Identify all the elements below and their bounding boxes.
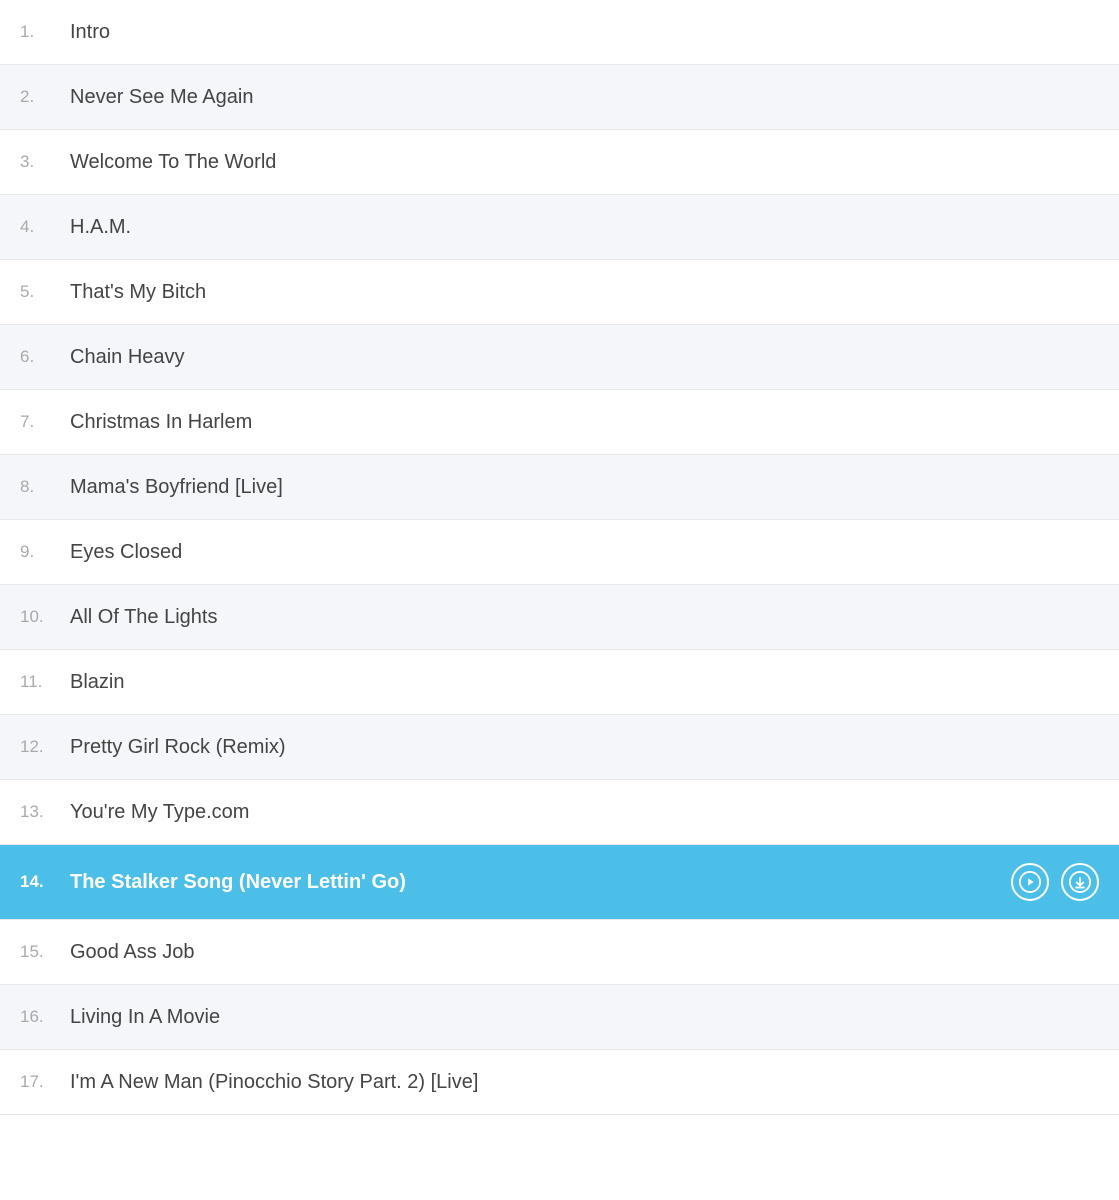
track-row[interactable]: 5.That's My Bitch	[0, 260, 1119, 325]
track-row[interactable]: 10.All Of The Lights	[0, 585, 1119, 650]
track-number: 12.	[20, 737, 70, 757]
download-button[interactable]	[1061, 863, 1099, 901]
track-number: 5.	[20, 282, 70, 302]
track-number: 16.	[20, 1007, 70, 1027]
track-number: 9.	[20, 542, 70, 562]
track-row[interactable]: 8.Mama's Boyfriend [Live]	[0, 455, 1119, 520]
track-title: Welcome To The World	[70, 151, 1099, 174]
track-number: 13.	[20, 802, 70, 822]
track-title: The Stalker Song (Never Lettin' Go)	[70, 871, 1011, 894]
track-title: Living In A Movie	[70, 1006, 1099, 1029]
track-title: Blazin	[70, 671, 1099, 694]
track-title: Eyes Closed	[70, 541, 1099, 564]
track-title: That's My Bitch	[70, 281, 1099, 304]
track-title: Pretty Girl Rock (Remix)	[70, 736, 1099, 759]
track-title: Good Ass Job	[70, 941, 1099, 964]
track-row[interactable]: 11.Blazin	[0, 650, 1119, 715]
track-list: 1.Intro2.Never See Me Again3.Welcome To …	[0, 0, 1119, 1115]
track-actions	[1011, 863, 1099, 901]
track-row[interactable]: 3.Welcome To The World	[0, 130, 1119, 195]
track-number: 3.	[20, 152, 70, 172]
track-row[interactable]: 1.Intro	[0, 0, 1119, 65]
track-number: 7.	[20, 412, 70, 432]
track-title: All Of The Lights	[70, 606, 1099, 629]
track-number: 15.	[20, 942, 70, 962]
track-row[interactable]: 15.Good Ass Job	[0, 920, 1119, 985]
track-row[interactable]: 16.Living In A Movie	[0, 985, 1119, 1050]
track-number: 6.	[20, 347, 70, 367]
track-number: 11.	[20, 672, 70, 692]
track-row[interactable]: 2.Never See Me Again	[0, 65, 1119, 130]
track-number: 10.	[20, 607, 70, 627]
track-row[interactable]: 14.The Stalker Song (Never Lettin' Go)	[0, 845, 1119, 920]
track-number: 2.	[20, 87, 70, 107]
track-title: Intro	[70, 21, 1099, 44]
track-title: You're My Type.com	[70, 801, 1099, 824]
track-title: I'm A New Man (Pinocchio Story Part. 2) …	[70, 1071, 1099, 1094]
track-title: Never See Me Again	[70, 86, 1099, 109]
track-number: 8.	[20, 477, 70, 497]
track-title: Christmas In Harlem	[70, 411, 1099, 434]
track-title: Mama's Boyfriend [Live]	[70, 476, 1099, 499]
track-title: Chain Heavy	[70, 346, 1099, 369]
track-number: 17.	[20, 1072, 70, 1092]
track-number: 4.	[20, 217, 70, 237]
track-number: 1.	[20, 22, 70, 42]
track-row[interactable]: 12.Pretty Girl Rock (Remix)	[0, 715, 1119, 780]
track-title: H.A.M.	[70, 216, 1099, 239]
play-button[interactable]	[1011, 863, 1049, 901]
track-row[interactable]: 9.Eyes Closed	[0, 520, 1119, 585]
track-row[interactable]: 4.H.A.M.	[0, 195, 1119, 260]
track-row[interactable]: 13.You're My Type.com	[0, 780, 1119, 845]
track-row[interactable]: 6.Chain Heavy	[0, 325, 1119, 390]
track-number: 14.	[20, 872, 70, 892]
track-row[interactable]: 7.Christmas In Harlem	[0, 390, 1119, 455]
track-row[interactable]: 17.I'm A New Man (Pinocchio Story Part. …	[0, 1050, 1119, 1115]
